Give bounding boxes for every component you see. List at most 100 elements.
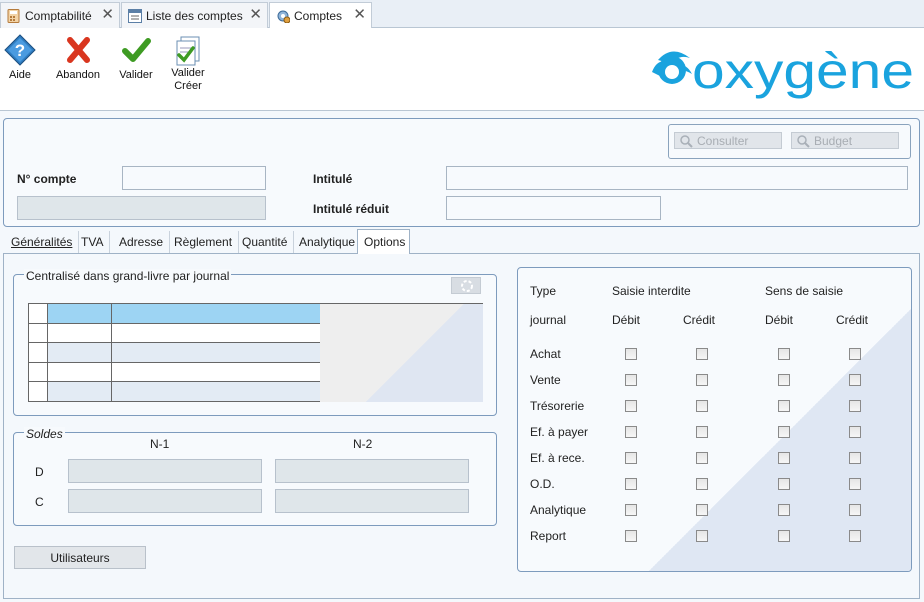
tab-tva[interactable]: TVA [75, 231, 111, 253]
close-icon[interactable]: ✕ [101, 7, 114, 23]
grid-cell-libelle[interactable] [112, 362, 320, 382]
header-sens-saisie: Sens de saisie [765, 284, 844, 298]
checkbox-sens-credit[interactable] [849, 426, 861, 438]
tab-reglement[interactable]: Règlement [168, 231, 240, 253]
grid-cell-libelle[interactable] [112, 343, 320, 363]
checkbox-sens-debit[interactable] [778, 400, 790, 412]
magnifier-icon [679, 134, 693, 148]
checkbox-interdite-debit[interactable] [625, 426, 637, 438]
checkbox-sens-debit[interactable] [778, 348, 790, 360]
abandon-button[interactable]: Abandon [55, 34, 101, 81]
checkbox-sens-debit[interactable] [778, 374, 790, 386]
grid-row-header [28, 362, 48, 382]
grid-cell-journal[interactable] [48, 343, 112, 363]
checkbox-interdite-debit[interactable] [625, 478, 637, 490]
solde-d-n1-field [68, 459, 262, 483]
soldes-row-d: D [35, 465, 44, 479]
solde-c-n1-field [68, 489, 262, 513]
header-sens-debit: Débit [765, 313, 794, 327]
tab-comptabilite[interactable]: Comptabilité ✕ [0, 2, 120, 28]
grid-cell-journal[interactable] [48, 323, 112, 343]
checkbox-sens-credit[interactable] [849, 348, 861, 360]
checkbox-interdite-credit[interactable] [696, 348, 708, 360]
grid-cell-libelle[interactable] [112, 304, 320, 324]
tab-label: Liste des comptes [146, 8, 243, 23]
header-saisie-interdite: Saisie interdite [612, 284, 691, 298]
grid-cell-journal[interactable] [48, 304, 112, 324]
checkbox-interdite-credit[interactable] [696, 504, 708, 516]
palm-tree-icon: oxygène [652, 43, 914, 99]
soldes-col-n2: N-2 [353, 437, 373, 451]
checkbox-interdite-credit[interactable] [696, 478, 708, 490]
consulter-button[interactable]: Consulter [674, 132, 782, 149]
no-compte-label: N° compte [17, 172, 77, 186]
no-compte-secondary-field [17, 196, 266, 220]
aide-button[interactable]: ? Aide [3, 34, 37, 81]
close-icon[interactable]: ✕ [353, 7, 366, 23]
tab-label: Règlement [174, 235, 233, 249]
intitule-label: Intitulé [313, 172, 353, 186]
valider-button[interactable]: Valider [116, 34, 156, 81]
grid-row-header [28, 343, 48, 363]
tab-comptes[interactable]: Comptes ✕ [269, 2, 372, 28]
tab-adresse[interactable]: Adresse [113, 231, 171, 253]
checkbox-sens-credit[interactable] [849, 504, 861, 516]
solde-d-n2-field [275, 459, 469, 483]
close-icon[interactable]: ✕ [249, 7, 262, 23]
tab-label: Généralités [11, 235, 73, 249]
tab-options[interactable]: Options [357, 229, 410, 254]
tab-quantite[interactable]: Quantité [236, 231, 295, 253]
checkbox-interdite-debit[interactable] [625, 452, 637, 464]
tab-analytique[interactable]: Analytique [293, 231, 363, 253]
svg-text:?: ? [15, 41, 25, 60]
checkbox-sens-credit[interactable] [849, 530, 861, 542]
intitule-reduit-field[interactable] [446, 196, 661, 220]
tab-label: Comptabilité [25, 8, 92, 23]
budget-button[interactable]: Budget [791, 132, 899, 149]
checkbox-sens-debit[interactable] [778, 426, 790, 438]
checkbox-interdite-credit[interactable] [696, 452, 708, 464]
tab-label: Adresse [119, 235, 164, 249]
valider-creer-button[interactable]: Valider Créer [167, 34, 209, 93]
checkbox-interdite-credit[interactable] [696, 530, 708, 542]
gear-icon [276, 9, 291, 23]
utilisateurs-button[interactable]: Utilisateurs [14, 546, 146, 569]
checkbox-sens-credit[interactable] [849, 400, 861, 412]
grid-cell-journal[interactable] [48, 382, 112, 402]
checkbox-interdite-debit[interactable] [625, 504, 637, 516]
checkbox-sens-credit[interactable] [849, 452, 861, 464]
journal-type-label: Report [530, 529, 567, 543]
checkbox-interdite-debit[interactable] [625, 400, 637, 412]
checkbox-sens-debit[interactable] [778, 478, 790, 490]
magnifier-icon [796, 134, 810, 148]
intitule-field[interactable] [446, 166, 908, 190]
checkbox-sens-debit[interactable] [778, 452, 790, 464]
checkbox-sens-credit[interactable] [849, 374, 861, 386]
tab-liste-des-comptes[interactable]: Liste des comptes ✕ [121, 2, 268, 28]
checkbox-interdite-credit[interactable] [696, 426, 708, 438]
checkbox-sens-debit[interactable] [778, 504, 790, 516]
no-compte-field[interactable] [122, 166, 266, 190]
soldes-legend: Soldes [24, 427, 65, 441]
journal-grid[interactable] [28, 303, 483, 402]
refresh-button[interactable] [451, 277, 481, 294]
oxygene-logo: oxygène [650, 42, 920, 102]
tab-label: TVA [81, 235, 104, 249]
grid-cell-libelle[interactable] [112, 323, 320, 343]
journal-type-label: Vente [530, 373, 561, 387]
intitule-reduit-label: Intitulé réduit [313, 202, 389, 216]
checkbox-interdite-credit[interactable] [696, 400, 708, 412]
journal-type-label: Analytique [530, 503, 587, 517]
grid-row-header [28, 304, 48, 324]
grid-cell-libelle[interactable] [112, 382, 320, 402]
grid-cell-journal[interactable] [48, 362, 112, 382]
checkbox-interdite-debit[interactable] [625, 348, 637, 360]
check-icon [122, 38, 151, 62]
valider-creer-label-1: Valider [171, 67, 205, 79]
checkbox-interdite-debit[interactable] [625, 530, 637, 542]
checkbox-interdite-credit[interactable] [696, 374, 708, 386]
checkbox-interdite-debit[interactable] [625, 374, 637, 386]
tab-generalites[interactable]: Généralités [5, 231, 80, 253]
checkbox-sens-credit[interactable] [849, 478, 861, 490]
checkbox-sens-debit[interactable] [778, 530, 790, 542]
